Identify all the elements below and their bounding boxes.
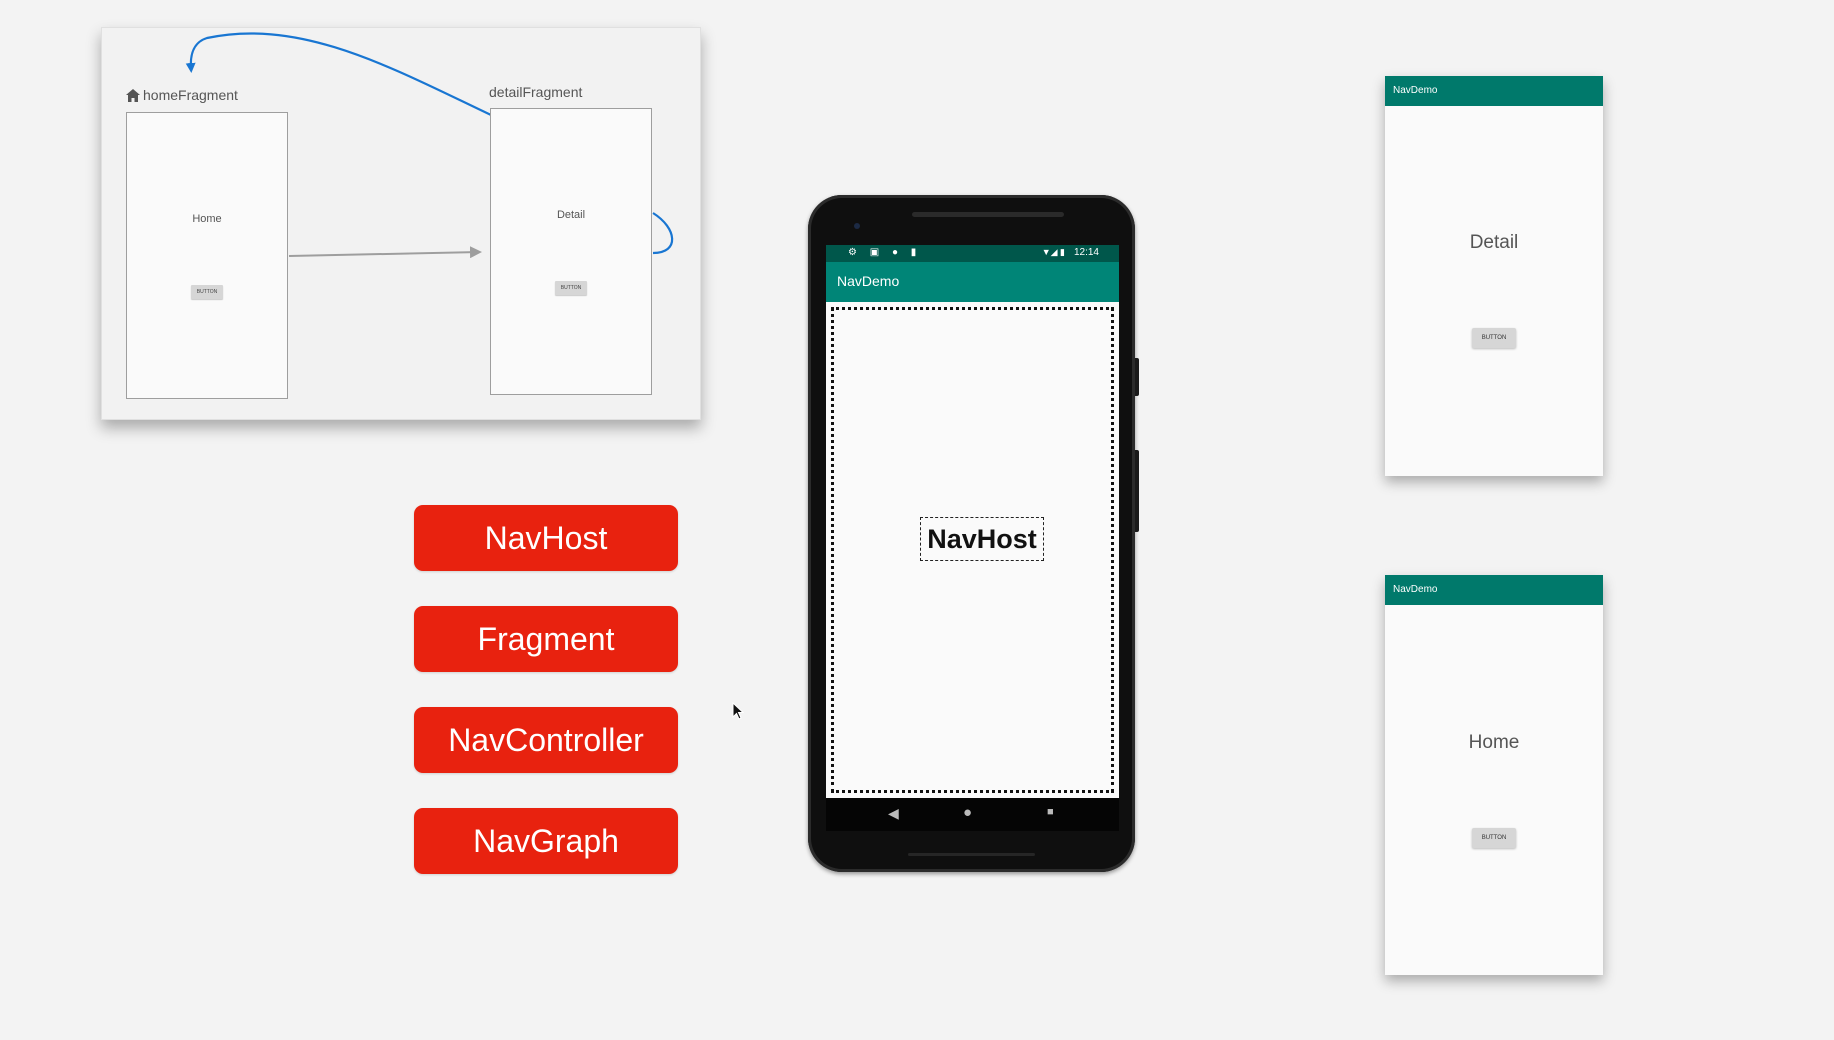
home-screen-preview: NavDemo Home BUTTON [1385, 575, 1603, 975]
detail-preview-app-title: NavDemo [1393, 85, 1438, 96]
status-notification-icons: ⚙ ▣ ● ▮ [848, 247, 922, 258]
status-signal-battery-icons: ▼◢ ▮ [1041, 247, 1065, 257]
detail-preview-app-bar: NavDemo [1385, 76, 1603, 106]
phone-device: ⚙ ▣ ● ▮ ▼◢ ▮ 12:14 NavDemo NavHost ◀ ● ■ [808, 195, 1139, 872]
home-fragment-name: homeFragment [143, 87, 238, 103]
status-time: 12:14 [1073, 247, 1099, 258]
navhost-container: NavHost [831, 307, 1114, 793]
recents-icon[interactable]: ■ [1047, 806, 1054, 818]
detail-preview-button: BUTTON [1472, 328, 1516, 348]
self-loop-arrow-detail [652, 212, 674, 255]
navhost-label: NavHost [920, 517, 1044, 561]
concept-navgraph: NavGraph [414, 808, 678, 874]
detail-fragment-button: BUTTON [555, 281, 587, 295]
concept-fragment: Fragment [414, 606, 678, 672]
home-fragment-button: BUTTON [191, 285, 223, 299]
app-title: NavDemo [837, 273, 900, 289]
detail-screen-preview: NavDemo Detail BUTTON [1385, 76, 1603, 476]
detail-fragment-text: Detail [556, 209, 586, 221]
detail-preview-text: Detail [1469, 232, 1519, 253]
concept-navhost: NavHost [414, 505, 678, 571]
home-fragment-destination[interactable]: Home BUTTON [126, 112, 288, 399]
power-button [1135, 358, 1139, 396]
front-camera-icon [854, 223, 860, 229]
action-arrow-home-to-detail [288, 246, 482, 259]
app-bar: NavDemo [826, 262, 1119, 302]
concept-navcontroller: NavController [414, 707, 678, 773]
status-bar: ⚙ ▣ ● ▮ ▼◢ ▮ 12:14 [826, 245, 1119, 262]
home-icon [126, 89, 140, 105]
home-preview-app-title: NavDemo [1393, 584, 1438, 595]
detail-fragment-label: detailFragment [489, 84, 582, 100]
home-circle-icon[interactable]: ● [963, 804, 972, 821]
back-icon[interactable]: ◀ [888, 805, 899, 822]
home-preview-text: Home [1468, 732, 1520, 753]
home-preview-button: BUTTON [1472, 828, 1516, 848]
system-nav-bar: ◀ ● ■ [826, 798, 1119, 831]
volume-button [1135, 450, 1139, 532]
phone-chin [908, 853, 1035, 856]
phone-speaker [912, 212, 1064, 217]
phone-screen: ⚙ ▣ ● ▮ ▼◢ ▮ 12:14 NavDemo NavHost ◀ ● ■ [826, 245, 1119, 831]
nav-graph-panel: homeFragment Home BUTTON detailFragment … [101, 27, 701, 420]
home-fragment-text: Home [192, 213, 222, 225]
detail-fragment-name: detailFragment [489, 84, 583, 100]
home-preview-app-bar: NavDemo [1385, 575, 1603, 605]
mouse-cursor-icon [732, 701, 745, 725]
detail-fragment-destination[interactable]: Detail BUTTON [490, 108, 652, 395]
home-fragment-label: homeFragment [126, 87, 238, 105]
